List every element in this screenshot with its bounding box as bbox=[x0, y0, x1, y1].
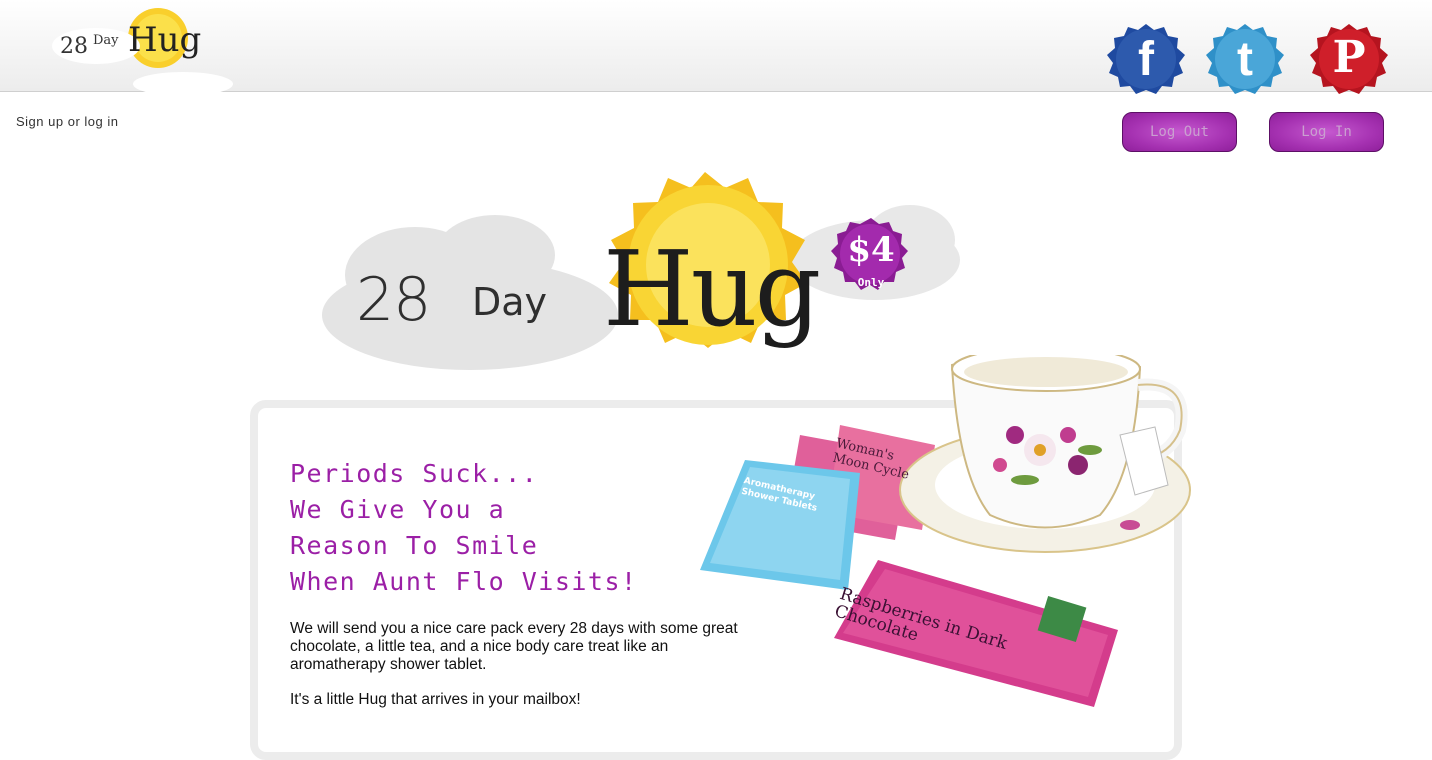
logo-day: Day bbox=[93, 33, 119, 48]
hero-day: Day bbox=[472, 280, 548, 324]
or-text: or bbox=[67, 114, 81, 129]
log-in-button[interactable]: Log In bbox=[1269, 112, 1384, 152]
log-in-link[interactable]: log in bbox=[84, 114, 118, 129]
pinterest-icon[interactable]: P bbox=[1308, 24, 1390, 94]
logo-number: 28 bbox=[60, 34, 88, 59]
tagline-line: Reason To Smile bbox=[290, 531, 539, 560]
auth-links: Sign up or log in bbox=[16, 114, 118, 129]
description-text: We will send you a nice care pack every … bbox=[290, 620, 738, 673]
closing-text: It's a little Hug that arrives in your m… bbox=[290, 691, 581, 708]
logo-hug: Hug bbox=[128, 20, 202, 60]
price-only: Only bbox=[857, 276, 885, 289]
tagline-line: Periods Suck... bbox=[290, 459, 539, 488]
tagline-line: When Aunt Flo Visits! bbox=[290, 567, 638, 596]
pinterest-glyph: P bbox=[1332, 32, 1366, 83]
facebook-glyph: f bbox=[1138, 33, 1154, 86]
product-photo bbox=[690, 355, 1200, 715]
site-logo[interactable]: 28 Day Hug bbox=[48, 8, 238, 92]
twitter-glyph: t bbox=[1237, 33, 1253, 86]
facebook-icon[interactable]: f bbox=[1105, 24, 1187, 94]
teacup-image bbox=[899, 355, 1191, 553]
sign-up-link[interactable]: Sign up bbox=[16, 114, 64, 129]
shower-tablet-image bbox=[700, 460, 860, 590]
tagline: Periods Suck... We Give You a Reason To … bbox=[290, 456, 638, 600]
tagline-line: We Give You a bbox=[290, 495, 506, 524]
hero-number: 28 bbox=[356, 265, 431, 335]
hero-hug: Hug bbox=[603, 228, 821, 350]
price-amount: $4 bbox=[847, 230, 895, 270]
twitter-icon[interactable]: t bbox=[1204, 24, 1286, 94]
log-out-button[interactable]: Log Out bbox=[1122, 112, 1237, 152]
